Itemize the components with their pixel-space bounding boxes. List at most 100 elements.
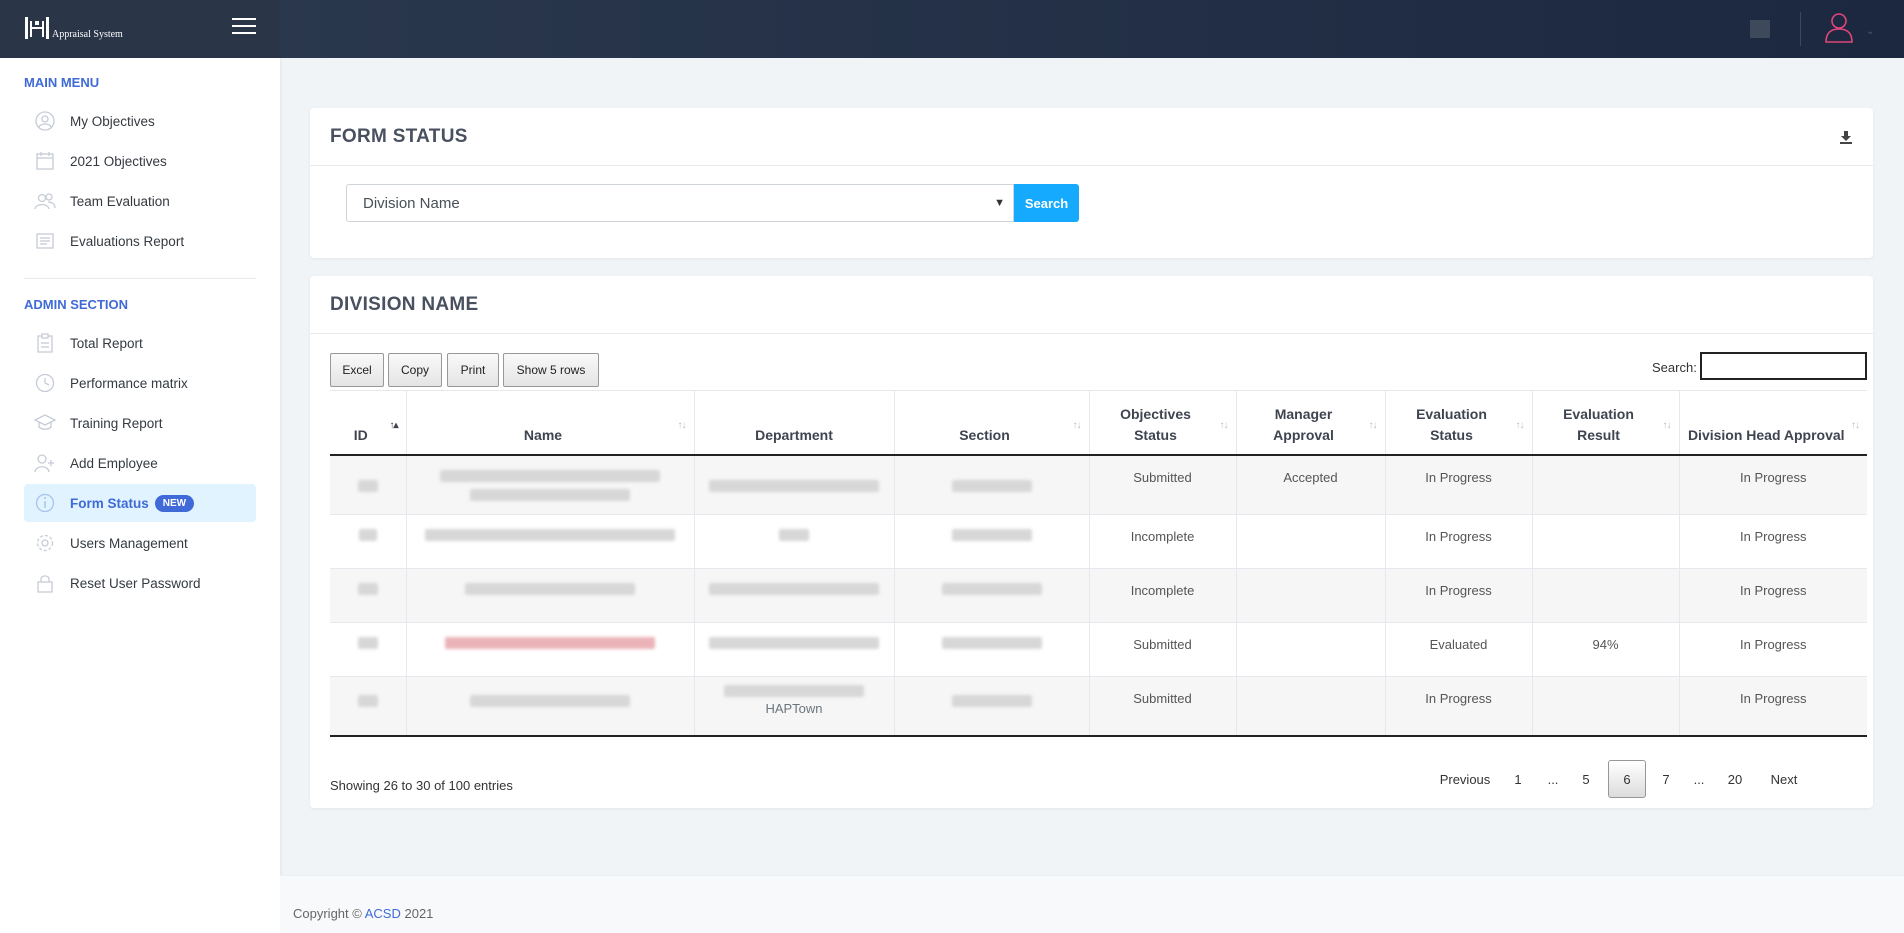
show-rows-button[interactable]: Show 5 rows xyxy=(503,353,599,387)
cell-name xyxy=(406,514,695,569)
main-menu-heading: MAIN MENU xyxy=(24,75,100,90)
print-button[interactable]: Print xyxy=(447,353,499,387)
column-header-objectives-status[interactable]: Objectives Status ↑↓ xyxy=(1089,390,1237,456)
sidebar-item-add-employee[interactable]: Add Employee xyxy=(24,444,256,482)
pagination-previous[interactable]: Previous xyxy=(1430,760,1500,798)
column-header-manager-approval[interactable]: Manager Approval ↑↓ xyxy=(1236,390,1386,456)
cell-evaluation-result: 94% xyxy=(1532,622,1680,677)
sort-icon: ↑↓ xyxy=(1851,420,1860,431)
cell-id xyxy=(330,676,407,737)
cell-manager-approval xyxy=(1236,514,1386,569)
cell-evaluation-result xyxy=(1532,676,1680,737)
cell-name xyxy=(406,568,695,623)
new-badge: NEW xyxy=(154,494,195,512)
cell-department xyxy=(694,454,895,515)
search-button[interactable]: Search xyxy=(1014,184,1079,222)
notification-icon[interactable] xyxy=(1750,20,1770,38)
cell-manager-approval xyxy=(1236,676,1386,737)
users-icon xyxy=(34,190,56,212)
gear-icon xyxy=(34,532,56,554)
menu-toggle-icon[interactable] xyxy=(232,18,256,36)
sidebar-item-label: Users Management xyxy=(70,535,188,551)
cell-objectives-status: Incomplete xyxy=(1089,514,1237,569)
app-title: Appraisal System xyxy=(52,29,123,40)
add-user-icon xyxy=(34,452,56,474)
sidebar-item-label: My Objectives xyxy=(70,113,155,129)
cell-section xyxy=(894,514,1090,569)
cell-department xyxy=(694,514,895,569)
column-header-evaluation-result[interactable]: Evaluation Result ↑↓ xyxy=(1532,390,1680,456)
cell-division-head-approval: In Progress xyxy=(1679,568,1867,623)
cell-manager-approval xyxy=(1236,568,1386,623)
chevron-down-icon[interactable]: ⌄ xyxy=(1866,26,1874,37)
cell-objectives-status: Submitted xyxy=(1089,454,1237,515)
table-search-label: Search: xyxy=(1652,360,1697,375)
column-header-division-head-approval[interactable]: Division Head Approval ↑↓ xyxy=(1679,390,1867,456)
copy-button[interactable]: Copy xyxy=(388,353,442,387)
sidebar-item-label: 2021 Objectives xyxy=(70,153,167,169)
copyright-year: 2021 xyxy=(404,906,434,921)
pagination-page-20[interactable]: 20 xyxy=(1716,760,1754,798)
division-card: DIVISION NAME Excel Copy Print Show 5 ro… xyxy=(310,276,1873,808)
sidebar-divider xyxy=(24,278,256,279)
cell-evaluation-status: In Progress xyxy=(1385,676,1533,737)
cell-department xyxy=(694,568,895,623)
download-icon[interactable] xyxy=(1839,130,1853,144)
sidebar-item-label: Total Report xyxy=(70,335,143,351)
admin-section-heading: ADMIN SECTION xyxy=(24,297,128,312)
cell-evaluation-result xyxy=(1532,454,1680,515)
pagination-page-1[interactable]: 1 xyxy=(1502,760,1534,798)
column-header-evaluation-status[interactable]: Evaluation Status ↑↓ xyxy=(1385,390,1533,456)
cell-division-head-approval: In Progress xyxy=(1679,454,1867,515)
graduation-cap-icon xyxy=(34,412,56,434)
excel-button[interactable]: Excel xyxy=(330,353,384,387)
copyright-text: Copyright © ACSD 2021 xyxy=(293,906,433,921)
pagination-page-7[interactable]: 7 xyxy=(1650,760,1682,798)
column-header-department: Department xyxy=(694,390,895,456)
pagination-next[interactable]: Next xyxy=(1758,760,1810,798)
sidebar: MAIN MENU My Objectives 2021 Objectives … xyxy=(0,58,280,933)
table-row: HAPTown Submitted In Progress In Progres… xyxy=(330,676,1867,737)
sort-icon: ↑↓ xyxy=(1662,420,1672,431)
cell-id xyxy=(330,454,407,515)
pagination-page-6[interactable]: 6 xyxy=(1608,760,1646,798)
sidebar-item-team-evaluation[interactable]: Team Evaluation xyxy=(24,182,256,220)
sidebar-item-label: Training Report xyxy=(70,415,163,431)
clock-icon xyxy=(34,372,56,394)
sidebar-item-label: Form Status xyxy=(70,495,149,511)
sidebar-item-label: Evaluations Report xyxy=(70,233,185,249)
cell-name xyxy=(406,454,695,515)
sidebar-item-performance-matrix[interactable]: Performance matrix xyxy=(24,364,256,402)
cell-section xyxy=(894,454,1090,515)
clipboard-icon xyxy=(34,332,56,354)
copyright-prefix: Copyright © xyxy=(293,906,362,921)
column-header-section[interactable]: Section ↑↓ xyxy=(894,390,1090,456)
info-icon xyxy=(34,492,56,514)
sidebar-item-users-management[interactable]: Users Management xyxy=(24,524,256,562)
sort-icon: ↑↓ xyxy=(1219,420,1229,431)
pagination-page-5[interactable]: 5 xyxy=(1570,760,1602,798)
user-circle-icon xyxy=(34,110,56,132)
sidebar-item-reset-user-password[interactable]: Reset User Password xyxy=(24,564,256,602)
division-select[interactable]: Division Name ▼ xyxy=(346,184,1014,222)
user-avatar-icon[interactable] xyxy=(1824,11,1854,43)
sort-asc-icon: ↑▴ xyxy=(389,420,398,431)
sidebar-item-total-report[interactable]: Total Report xyxy=(24,324,256,362)
table-info: Showing 26 to 30 of 100 entries xyxy=(330,778,513,793)
sidebar-item-training-report[interactable]: Training Report xyxy=(24,404,256,442)
calendar-icon xyxy=(34,150,56,172)
column-header-name[interactable]: Name ↑↓ xyxy=(406,390,695,456)
cell-division-head-approval: In Progress xyxy=(1679,514,1867,569)
sidebar-item-form-status[interactable]: Form Status NEW xyxy=(24,484,256,522)
table-row: Incomplete In Progress In Progress xyxy=(330,568,1867,623)
column-header-id[interactable]: ID ↑▴ xyxy=(330,390,407,456)
sidebar-item-my-objectives[interactable]: My Objectives xyxy=(24,102,256,140)
cell-section xyxy=(894,676,1090,737)
cell-objectives-status: Incomplete xyxy=(1089,568,1237,623)
table-search-input[interactable] xyxy=(1700,352,1867,380)
footer: Copyright © ACSD 2021 xyxy=(280,875,1904,933)
sidebar-item-2021-objectives[interactable]: 2021 Objectives xyxy=(24,142,256,180)
cell-evaluation-result xyxy=(1532,514,1680,569)
footer-link[interactable]: ACSD xyxy=(365,906,401,921)
sidebar-item-evaluations-report[interactable]: Evaluations Report xyxy=(24,222,256,260)
